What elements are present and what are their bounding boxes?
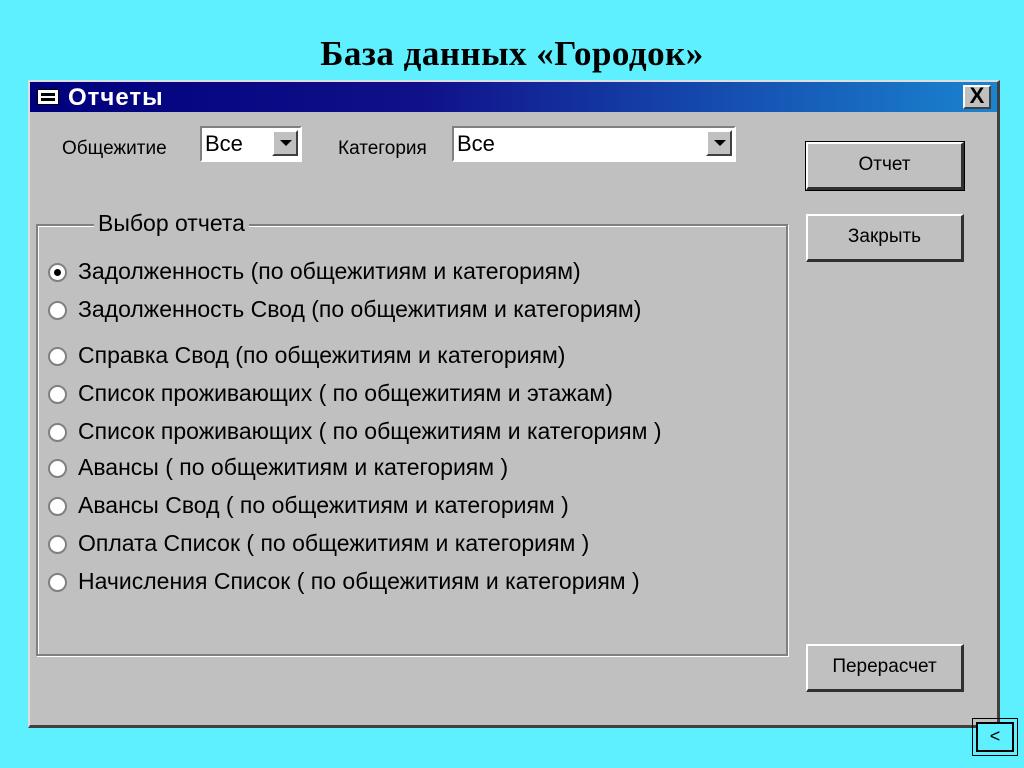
slide-title: База данных «Городок»	[320, 34, 704, 73]
report-option-label: Начисления Список ( по общежитиям и кате…	[78, 568, 640, 594]
window-title: Отчеты	[68, 84, 164, 111]
category-label: Категория	[338, 138, 427, 159]
dorm-select[interactable]: Все	[200, 126, 302, 162]
radio-button[interactable]	[48, 347, 67, 366]
form-icon	[37, 89, 59, 105]
chevron-down-icon[interactable]	[706, 130, 732, 156]
category-select-value: Все	[457, 131, 495, 156]
window-titlebar[interactable]: Отчеты X	[30, 82, 997, 112]
report-choice-group: Выбор отчета Задолженность (по общежития…	[36, 210, 788, 656]
report-option-label: Авансы Свод ( по общежитиям и категориям…	[78, 492, 569, 518]
report-option-label: Список проживающих ( по общежитиям и эта…	[78, 380, 613, 406]
radio-button[interactable]	[48, 301, 67, 320]
radio-button[interactable]	[48, 263, 67, 282]
report-option-label: Оплата Список ( по общежитиям и категори…	[78, 530, 590, 556]
category-select[interactable]: Все	[452, 126, 736, 162]
dorm-label: Общежитие	[62, 138, 167, 159]
report-option-label: Справка Свод (по общежитиям и категориям…	[78, 342, 566, 368]
close-button[interactable]: Закрыть	[806, 214, 964, 262]
report-option-label: Задолженность Свод (по общежитиям и кате…	[78, 296, 642, 322]
report-option-label: Задолженность (по общежитиям и категория…	[78, 258, 581, 284]
radio-button[interactable]	[48, 385, 67, 404]
recalc-button[interactable]: Перерасчет	[806, 644, 964, 692]
report-option-label: Список проживающих ( по общежитиям и кат…	[78, 418, 662, 444]
close-window-button[interactable]: X	[963, 85, 991, 109]
radio-button[interactable]	[48, 423, 67, 442]
report-choice-legend: Выбор отчета	[94, 210, 249, 237]
chevron-down-icon[interactable]	[272, 130, 298, 156]
reports-window: Отчеты X Общежитие Все Категория Все Отч…	[28, 80, 1000, 728]
report-button[interactable]: Отчет	[805, 141, 965, 191]
radio-button[interactable]	[48, 497, 67, 516]
radio-button[interactable]	[48, 535, 67, 554]
radio-button[interactable]	[48, 573, 67, 592]
radio-button[interactable]	[48, 459, 67, 478]
report-option-label: Авансы ( по общежитиям и категориям )	[78, 454, 509, 480]
dorm-select-value: Все	[205, 131, 243, 156]
previous-slide-button[interactable]: <	[972, 718, 1018, 756]
